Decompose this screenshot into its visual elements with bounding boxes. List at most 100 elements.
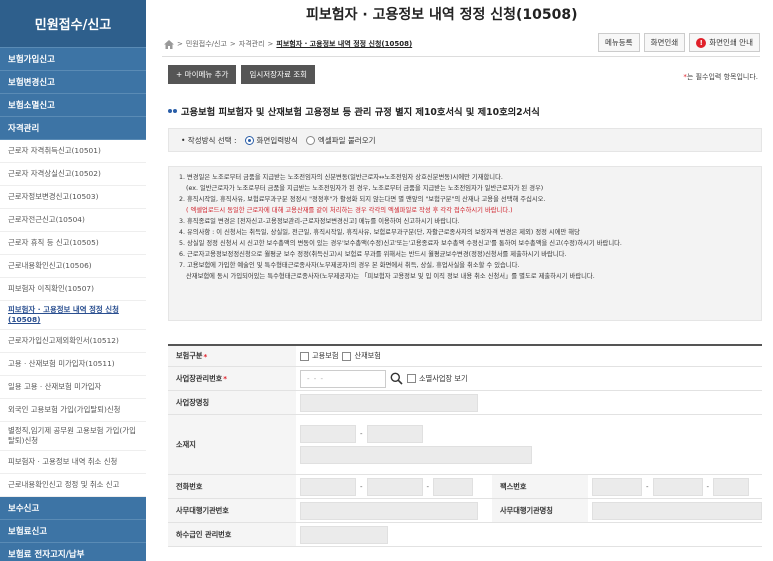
sidebar-item-10504[interactable]: 근로자전근신고(10504) bbox=[0, 209, 146, 232]
phone-input-1 bbox=[300, 477, 356, 496]
notice-line: 1. 변경일은 노조로부터 금품을 지급받는 노조전임자의 신분변동(일반근로자… bbox=[179, 174, 503, 181]
employment-insurance-label: 고용보험 bbox=[312, 351, 339, 360]
checkbox-icon bbox=[300, 351, 309, 361]
sidebar-item-10502[interactable]: 근로자 자격상실신고(10502) bbox=[0, 163, 146, 186]
workplace-form: 보험구분 * 고용보험 산재보험 사업장관리번호 * - - - 소멸사업장 보기 … bbox=[168, 344, 762, 547]
sidebar-item-10507[interactable]: 피보험자 이직확인(10507) bbox=[0, 278, 146, 301]
required-star: * bbox=[223, 374, 228, 383]
notice-line: 6. 근로자고용정보정정신청으로 월평균 보수 정정(취득신고)시 보험료 부과… bbox=[179, 251, 567, 258]
required-note-text: 는 필수입력 항목입니다. bbox=[686, 73, 758, 81]
breadcrumb-separator: > bbox=[267, 40, 274, 48]
search-icon[interactable] bbox=[390, 372, 403, 385]
extinct-workplace-checkbox[interactable]: 소멸사업장 보기 bbox=[407, 374, 468, 384]
add-my-menu-button[interactable]: + 마이메뉴 추가 bbox=[168, 65, 237, 84]
sidebar-item-10501[interactable]: 근로자 자격취득신고(10501) bbox=[0, 140, 146, 163]
form-row-subcontractor: 하수급인 관리번호 bbox=[168, 523, 762, 547]
subcontractor-no-input bbox=[300, 525, 388, 544]
sidebar-item-10505[interactable]: 근로자 휴직 등 신고(10505) bbox=[0, 232, 146, 255]
industrial-insurance-checkbox[interactable]: 산재보험 bbox=[342, 351, 381, 361]
notice-line: 4. 유의사항 : 이 신청서는 취득일, 상실일, 전근일, 휴직시작일, 휴… bbox=[179, 229, 580, 236]
extinct-workplace-label: 소멸사업장 보기 bbox=[419, 373, 468, 383]
sidebar-item-daily-uninsured[interactable]: 일용 고용 · 산재보험 미가입자 bbox=[0, 376, 146, 399]
address-input bbox=[300, 446, 532, 464]
notice-line: (ex. 일반근로자가 노조로부터 금품을 지급받는 노조전임자가 된 경우, … bbox=[186, 185, 544, 192]
checkbox-icon bbox=[342, 351, 352, 361]
notice-line: 7. 고용보험에 가입한 예술인 및 특수형태근로종사자(노무제공자)의 경우 … bbox=[179, 262, 520, 269]
sidebar-item-foreign-employment[interactable]: 외국인 고용보험 가입(가입탈퇴)신청 bbox=[0, 399, 146, 422]
notice-line-warning: ( 엑셀업로드시 동일한 근로자에 대해 고용산재를 같이 처리하는 경우 각각… bbox=[186, 207, 513, 214]
form-row-address: 소재지 - bbox=[168, 415, 762, 475]
main-content: 피보험자 · 고용정보 내역 정정 신청(10508) > 민원접수/신고 > … bbox=[146, 0, 773, 561]
employment-insurance-checkbox[interactable]: 고용보험 bbox=[300, 351, 338, 361]
phone-dash: - bbox=[360, 482, 363, 491]
print-screen-button[interactable]: 화면인쇄 bbox=[643, 33, 686, 52]
breadcrumb-current[interactable]: 피보험자 · 고용정보 내역 정정 신청(10508) bbox=[276, 39, 412, 49]
workplace-no-input[interactable]: - - - bbox=[300, 369, 386, 388]
sidebar-category-insurance-join[interactable]: 보험가입신고 bbox=[0, 48, 146, 71]
fax-input-1 bbox=[592, 477, 642, 496]
temp-save-lookup-button[interactable]: 임시저장자료 조회 bbox=[241, 65, 316, 84]
sidebar-item-work-content-correction[interactable]: 근로내용확인신고 정정 및 취소 신고 bbox=[0, 474, 146, 497]
fax-dash: - bbox=[706, 482, 710, 491]
agency-name-field bbox=[588, 499, 762, 522]
fax-input-3 bbox=[713, 477, 750, 496]
breadcrumb: > 민원접수/신고 > 자격관리 > 피보험자 · 고용정보 내역 정정 신청(… bbox=[164, 39, 412, 49]
radio-screen-input[interactable]: 화면입력방식 bbox=[244, 135, 298, 146]
breadcrumb-item[interactable]: 민원접수/신고 bbox=[186, 39, 227, 49]
notice-line: 2. 휴직시작일, 휴직사유, 보험료부과구분 정정시 "정정후"가 활성화 되… bbox=[179, 196, 546, 203]
input-method-selector: • 작성방식 선택 : 화면입력방식 엑셀파일 불러오기 bbox=[168, 128, 762, 152]
sidebar-category-qualification[interactable]: 자격관리 bbox=[0, 117, 146, 140]
form-row-workplace-name: 사업장명칭 bbox=[168, 391, 762, 415]
insurance-type-options: 고용보험 산재보험 bbox=[296, 346, 762, 366]
notice-line: 3. 휴직종료일 변경은 [전자신고-고용정보관리-근로자정보변경신고] 메뉴를… bbox=[179, 218, 460, 225]
top-toolbar: 메뉴등록 화면인쇄 ! 화면인쇄 안내 bbox=[597, 33, 760, 52]
notice-line: 5. 상실일 정정 신청서 시 신고한 보수총액의 변동이 있는 경우'보수총액… bbox=[179, 240, 622, 247]
sidebar-title: 민원접수/신고 bbox=[0, 0, 146, 48]
header-divider bbox=[162, 56, 760, 57]
insurance-type-label: 보험구분 * bbox=[168, 346, 296, 366]
subcontractor-no-field bbox=[296, 523, 762, 546]
workplace-name-label: 사업장명칭 bbox=[168, 391, 296, 414]
sidebar-item-10503[interactable]: 근로자정보변경신고(10503) bbox=[0, 186, 146, 209]
workplace-no-field: - - - 소멸사업장 보기 bbox=[296, 367, 762, 390]
zipcode-group: - bbox=[300, 425, 423, 443]
sidebar-category-insurance-extinct[interactable]: 보험소멸신고 bbox=[0, 94, 146, 117]
sidebar-category-premium-report[interactable]: 보험료신고 bbox=[0, 520, 146, 543]
bullet-dots-icon bbox=[168, 109, 177, 113]
home-icon[interactable] bbox=[164, 39, 174, 49]
agency-no-label: 사무대행기관번호 bbox=[168, 499, 296, 522]
industrial-insurance-label: 산재보험 bbox=[354, 351, 381, 360]
radio-excel-upload[interactable]: 엑셀파일 불러오기 bbox=[305, 135, 376, 146]
sidebar-category-wage-report[interactable]: 보수신고 bbox=[0, 497, 146, 520]
sidebar-item-10512[interactable]: 근로자가입신고제외확인서(10512) bbox=[0, 330, 146, 353]
subcontractor-no-label: 하수급인 관리번호 bbox=[168, 523, 296, 546]
zipcode-input-1 bbox=[300, 425, 356, 443]
sidebar-item-10511[interactable]: 고용 · 산재보험 미가입자(10511) bbox=[0, 353, 146, 376]
workplace-name-field bbox=[296, 391, 762, 414]
breadcrumb-separator: > bbox=[229, 40, 236, 48]
fax-dash: - bbox=[646, 482, 649, 491]
sidebar-category-insurance-change[interactable]: 보험변경신고 bbox=[0, 71, 146, 94]
phone-field: - - bbox=[296, 475, 492, 498]
action-buttons: + 마이메뉴 추가 임시저장자료 조회 bbox=[168, 65, 316, 84]
workplace-no-label: 사업장관리번호 * bbox=[168, 367, 296, 390]
sidebar-item-10508-active[interactable]: 피보험자 · 고용정보 내역 정정 신청(10508) bbox=[0, 301, 146, 330]
menu-register-button[interactable]: 메뉴등록 bbox=[597, 33, 640, 52]
sidebar-item-cancel-request[interactable]: 피보험자 · 고용정보 내역 취소 신청 bbox=[0, 451, 146, 474]
agency-no-input bbox=[300, 501, 478, 520]
notice-line: 산재보험에 동시 가입되어있는 특수형태근로종사자(노무제공자)는 「피보험자 … bbox=[186, 273, 595, 280]
zipcode-input-2 bbox=[366, 425, 423, 443]
breadcrumb-item[interactable]: 자격관리 bbox=[239, 39, 265, 49]
phone-dash: - bbox=[426, 482, 430, 491]
checkbox-icon bbox=[407, 374, 416, 383]
fax-field: - - bbox=[588, 475, 762, 498]
method-label: • 작성방식 선택 : bbox=[181, 135, 237, 145]
sidebar-item-public-official[interactable]: 별정직,임기제 공무원 고용보험 가입(가입탈퇴)신청 bbox=[0, 422, 146, 451]
breadcrumb-separator: > bbox=[177, 40, 183, 48]
section-title: 고용보험 피보험자 및 산재보험 고용정보 등 관리 규정 별지 제10호서식 … bbox=[168, 104, 540, 118]
print-guide-button[interactable]: ! 화면인쇄 안내 bbox=[689, 33, 760, 52]
sidebar-category-e-notice[interactable]: 보험료 전자고지/납부 bbox=[0, 543, 146, 561]
page-title: 피보험자 · 고용정보 내역 정정 신청(10508) bbox=[306, 7, 578, 23]
workplace-no-label-text: 사업장관리번호 bbox=[176, 373, 223, 383]
sidebar-item-10506[interactable]: 근로내용확인신고(10506) bbox=[0, 255, 146, 278]
